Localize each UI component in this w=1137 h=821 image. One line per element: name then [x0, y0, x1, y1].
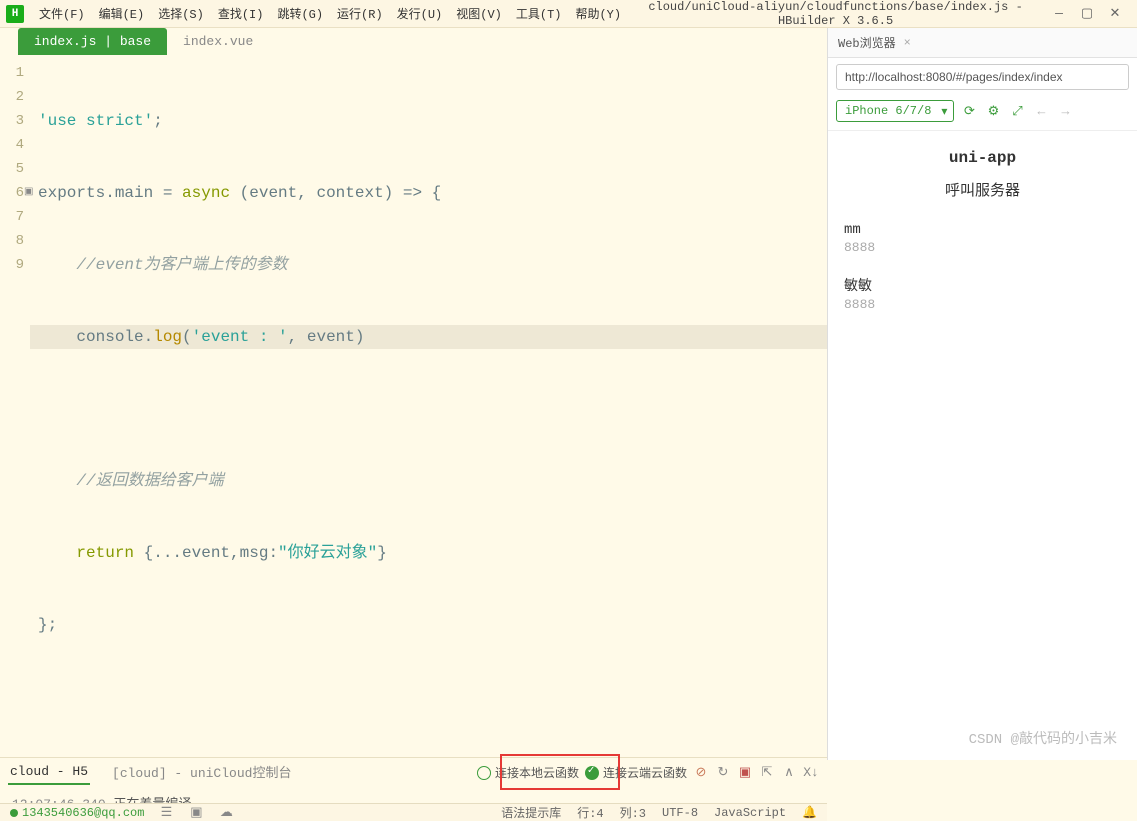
check-circle-icon — [585, 766, 599, 780]
app-preview[interactable]: uni-app 呼叫服务器 mm8888敏敏8888 — [828, 130, 1137, 760]
url-input[interactable] — [836, 64, 1129, 90]
close-tab-icon[interactable]: × — [904, 36, 911, 50]
settings-icon[interactable]: ⚙ — [984, 102, 1002, 120]
connect-remote-button[interactable]: 连接云端云函数 — [585, 764, 687, 781]
browser-tab-bar: Web浏览器 × — [828, 28, 1137, 58]
device-toolbar: iPhone 6/7/8 ⟳ ⚙ ⤢ ← → — [828, 96, 1137, 130]
menu-item[interactable]: 文件(F) — [32, 5, 92, 22]
browser-preview: Web浏览器 × iPhone 6/7/8 ⟳ ⚙ ⤢ ← → uni-app … — [827, 28, 1137, 760]
circle-open-icon — [477, 766, 491, 780]
menu-item[interactable]: 运行(R) — [330, 5, 390, 22]
account-status[interactable]: 1343540636@qq.com — [10, 806, 144, 820]
cursor-line: 行:4 — [577, 804, 603, 821]
forward-icon[interactable]: → — [1056, 102, 1074, 120]
list-item[interactable]: mm8888 — [828, 212, 1137, 265]
tab-index-js[interactable]: index.js | base — [18, 28, 167, 55]
menu-item[interactable]: 编辑(E) — [92, 5, 152, 22]
menu-item[interactable]: 帮助(Y) — [568, 5, 628, 22]
fold-icon[interactable]: ▣ — [24, 181, 33, 205]
stop-icon[interactable]: ⊘ — [693, 765, 709, 781]
window-title: cloud/uniCloud-aliyun/cloudfunctions/bas… — [628, 0, 1043, 28]
encoding[interactable]: UTF-8 — [662, 806, 698, 820]
code-comment: //event为客户端上传的参数 — [76, 256, 287, 274]
console-line: 12:07:46.340 正在差量编译... — [12, 795, 815, 803]
console-toolbar: cloud - H5 [cloud] - uniCloud控制台 连接本地云函数… — [0, 757, 827, 787]
menu-item[interactable]: 视图(V) — [449, 5, 509, 22]
record-icon[interactable]: ▣ — [737, 765, 753, 781]
menu-item[interactable]: 发行(U) — [390, 5, 450, 22]
close-button[interactable]: ✕ — [1107, 6, 1123, 21]
status-bar: 1343540636@qq.com ☰ ▣ ☁ 语法提示库 行:4 列:3 UT… — [0, 803, 827, 821]
device-select[interactable]: iPhone 6/7/8 — [836, 100, 954, 122]
refresh-icon[interactable]: ↻ — [715, 765, 731, 781]
connect-local-button[interactable]: 连接本地云函数 — [477, 764, 579, 781]
terminal-icon[interactable]: ▣ — [188, 805, 204, 821]
list-item[interactable]: 敏敏8888 — [828, 265, 1137, 322]
cursor-col: 列:3 — [620, 804, 646, 821]
maximize-button[interactable]: ▢ — [1079, 6, 1095, 21]
code-body[interactable]: 'use strict'; ▣exports.main = async (eve… — [30, 61, 827, 757]
collapse-icon[interactable]: ∧ — [781, 765, 797, 781]
cloud-icon[interactable]: ☁ — [218, 805, 234, 821]
window-controls: — ▢ ✕ — [1043, 6, 1131, 21]
watermark: CSDN @敲代码的小吉米 — [969, 728, 1117, 748]
export-icon[interactable]: ⇱ — [759, 765, 775, 781]
app-title: uni-app — [828, 131, 1137, 179]
browser-tab[interactable]: Web浏览器 × — [838, 34, 911, 51]
code-text: 'use strict' — [38, 112, 153, 130]
app-logo: H — [6, 5, 24, 23]
sort-icon[interactable]: X↓ — [803, 765, 819, 781]
code-editor[interactable]: 123456789 'use strict'; ▣exports.main = … — [0, 55, 827, 757]
minimize-button[interactable]: — — [1051, 6, 1067, 21]
app-subtitle: 呼叫服务器 — [828, 179, 1137, 212]
menu-item[interactable]: 跳转(G) — [270, 5, 330, 22]
menu-item[interactable]: 选择(S) — [151, 5, 211, 22]
line-gutter: 123456789 — [0, 61, 30, 757]
back-icon[interactable]: ← — [1032, 102, 1050, 120]
editor-tabs: index.js | base index.vue — [0, 28, 827, 55]
syntax-hint-button[interactable]: 语法提示库 — [501, 804, 561, 821]
console-tab-unicloud[interactable]: [cloud] - uniCloud控制台 — [110, 758, 293, 787]
open-folder-icon[interactable]: ⟳ — [960, 102, 978, 120]
list-icon[interactable]: ☰ — [158, 805, 174, 821]
titlebar: H 文件(F)编辑(E)选择(S)查找(I)跳转(G)运行(R)发行(U)视图(… — [0, 0, 1137, 28]
expand-icon[interactable]: ⤢ — [1008, 102, 1026, 120]
language-mode[interactable]: JavaScript — [714, 806, 786, 820]
menu-item[interactable]: 查找(I) — [211, 5, 271, 22]
menu-item[interactable]: 工具(T) — [509, 5, 569, 22]
notification-icon[interactable]: 🔔 — [802, 805, 817, 820]
menu-bar: 文件(F)编辑(E)选择(S)查找(I)跳转(G)运行(R)发行(U)视图(V)… — [32, 5, 628, 22]
code-comment: //返回数据给客户端 — [76, 472, 223, 490]
console-output[interactable]: 12:07:46.340 正在差量编译...12:07:46.495 项目 'c… — [0, 787, 827, 803]
tab-index-vue[interactable]: index.vue — [167, 28, 269, 55]
status-dot-icon — [10, 809, 18, 817]
console-tab-h5[interactable]: cloud - H5 — [8, 760, 90, 785]
